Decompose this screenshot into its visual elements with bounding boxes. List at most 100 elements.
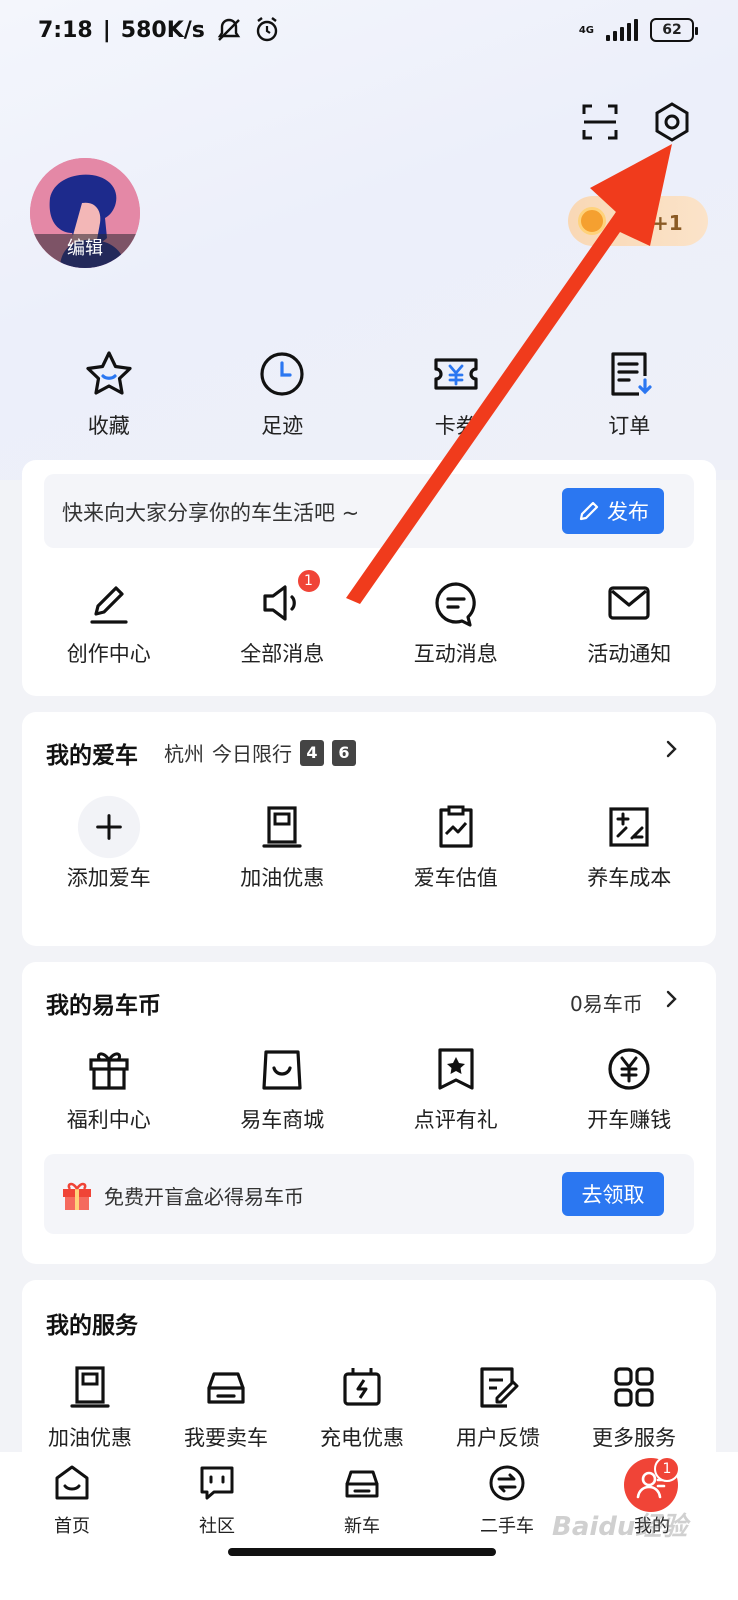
tab-new-car[interactable]: 新车 — [312, 1462, 412, 1538]
action-label: 加油优惠 — [240, 866, 325, 890]
fuel-icon — [70, 1366, 110, 1408]
pen-icon — [90, 586, 128, 624]
promo-text: 免费开盲盒必得易车币 — [104, 1185, 304, 1209]
service-label: 用户反馈 — [456, 1426, 540, 1450]
service-label: 充电优惠 — [320, 1426, 404, 1450]
interaction-messages[interactable]: 互动消息 — [369, 578, 543, 668]
quick-action-label: 足迹 — [261, 414, 304, 438]
network-type: 4G — [578, 24, 594, 36]
coin-icon — [578, 207, 606, 235]
services-title: 我的服务 — [46, 1313, 138, 1339]
claim-label: 去领取 — [581, 1183, 645, 1207]
clock-icon — [260, 352, 304, 396]
scan-icon[interactable] — [578, 100, 622, 144]
star-icon — [86, 351, 132, 395]
service-charging[interactable]: 充电优惠 — [294, 1362, 430, 1452]
alarm-icon — [256, 17, 278, 42]
publish-button[interactable]: 发布 — [562, 488, 664, 534]
quick-action-label: 订单 — [608, 414, 651, 438]
shopping-bag-icon — [262, 1050, 302, 1090]
coupon-icon — [434, 358, 478, 390]
quick-action-label: 卡券 — [434, 414, 477, 438]
service-label: 我要卖车 — [184, 1426, 268, 1450]
fuel-icon — [262, 806, 302, 848]
quick-action-label: 收藏 — [87, 414, 130, 438]
services-actions: 加油优惠 我要卖车 充电优惠 用户反馈 更多服务 — [22, 1362, 716, 1452]
tab-label: 新车 — [344, 1516, 380, 1537]
new-car-icon — [345, 1470, 379, 1498]
signin-label: 签到+1 — [612, 210, 683, 235]
tab-used-car[interactable]: 二手车 — [457, 1462, 557, 1538]
action-label: 活动通知 — [587, 642, 672, 666]
community-actions: 创作中心 1 全部消息 互动消息 活动通知 — [22, 568, 717, 668]
action-label: 创作中心 — [66, 642, 151, 666]
action-label: 全部消息 — [240, 642, 325, 666]
avatar-edit-label[interactable]: 编辑 — [30, 234, 140, 268]
home-indicator[interactable] — [228, 1548, 496, 1556]
quick-action-orders[interactable]: 订单 — [543, 348, 717, 440]
status-bar: 7:18 | 580K/s 4G 62 — [0, 0, 738, 64]
yiche-mall[interactable]: 易车商城 — [196, 1044, 370, 1134]
settings-icon[interactable] — [650, 100, 694, 144]
quick-action-favorites[interactable]: 收藏 — [22, 348, 196, 440]
welfare-center[interactable]: 福利中心 — [22, 1044, 196, 1134]
car-icon — [207, 1372, 245, 1404]
edit-icon — [579, 501, 599, 521]
chat-icon — [435, 582, 476, 627]
maintenance-cost[interactable]: 养车成本 — [543, 802, 717, 892]
review-rewards[interactable]: 点评有礼 — [369, 1044, 543, 1134]
coins-card: 我的易车币 0易车币 福利中心 易车商城 点评有礼 开车赚钱 免费开盲盒必得易车… — [22, 962, 716, 1264]
services-card: 我的服务 加油优惠 我要卖车 充电优惠 用户反馈 更多服务 — [22, 1280, 716, 1470]
service-label: 更多服务 — [592, 1426, 676, 1450]
share-prompt: 快来向大家分享你的车生活吧 ~ — [62, 501, 360, 525]
action-label: 爱车估值 — [413, 866, 498, 890]
service-feedback[interactable]: 用户反馈 — [430, 1362, 566, 1452]
status-speed: 580K/s — [120, 17, 205, 43]
service-label: 加油优惠 — [48, 1426, 132, 1450]
restriction-number: 6 — [332, 739, 356, 766]
tab-community[interactable]: 社区 — [167, 1462, 267, 1538]
city: 杭州 — [164, 742, 204, 766]
status-time: 7:18 — [38, 17, 93, 43]
service-fuel-discount[interactable]: 加油优惠 — [22, 1362, 158, 1452]
action-label: 开车赚钱 — [587, 1108, 672, 1132]
fuel-discount[interactable]: 加油优惠 — [196, 802, 370, 892]
quick-action-coupons[interactable]: 卡券 — [369, 348, 543, 440]
tab-label: 首页 — [54, 1516, 90, 1537]
service-more[interactable]: 更多服务 — [566, 1362, 702, 1452]
battery-level: 62 — [662, 22, 682, 38]
signin-button[interactable]: 签到+1 — [568, 196, 708, 246]
coins-title: 我的易车币 — [46, 993, 161, 1019]
activity-notices[interactable]: 活动通知 — [543, 578, 717, 668]
plus-icon — [77, 795, 140, 859]
restriction-number: 4 — [300, 739, 324, 766]
my-car-card: 我的爱车 杭州 今日限行 4 6 添加爱车 加油优惠 爱车估值 养车成本 — [22, 712, 716, 946]
avatar[interactable]: 编辑 — [30, 158, 140, 268]
coin-balance[interactable]: 0易车币 — [570, 988, 643, 1017]
blind-box-promo[interactable]: 免费开盲盒必得易车币 去领取 — [44, 1154, 694, 1234]
mail-icon — [608, 586, 650, 620]
profile-badge: 1 — [654, 1456, 680, 1482]
chevron-right-icon[interactable] — [660, 738, 682, 760]
all-messages[interactable]: 1 全部消息 — [196, 568, 370, 668]
share-prompt-bar[interactable]: 快来向大家分享你的车生活吧 ~ 发布 — [44, 474, 694, 548]
add-car[interactable]: 添加爱车 — [22, 795, 196, 892]
publish-label: 发布 — [607, 500, 649, 524]
drive-earn[interactable]: 开车赚钱 — [543, 1044, 717, 1134]
quick-action-history[interactable]: 足迹 — [196, 348, 370, 440]
tab-home[interactable]: 首页 — [22, 1462, 122, 1538]
charging-icon — [343, 1368, 381, 1406]
claim-button[interactable]: 去领取 — [562, 1172, 664, 1216]
status-right: 4G 62 — [578, 18, 698, 42]
order-icon — [611, 352, 652, 396]
car-valuation[interactable]: 爱车估值 — [369, 802, 543, 892]
action-label: 养车成本 — [587, 866, 672, 890]
mute-icon — [217, 18, 241, 41]
service-sell-car[interactable]: 我要卖车 — [158, 1362, 294, 1452]
tab-label: 二手车 — [480, 1516, 534, 1537]
gift-icon — [89, 1052, 129, 1090]
restriction-label: 今日限行 — [212, 742, 292, 766]
watermark: Baidu经验 — [552, 1512, 688, 1542]
creator-center[interactable]: 创作中心 — [22, 578, 196, 668]
chevron-right-icon[interactable] — [660, 988, 682, 1010]
